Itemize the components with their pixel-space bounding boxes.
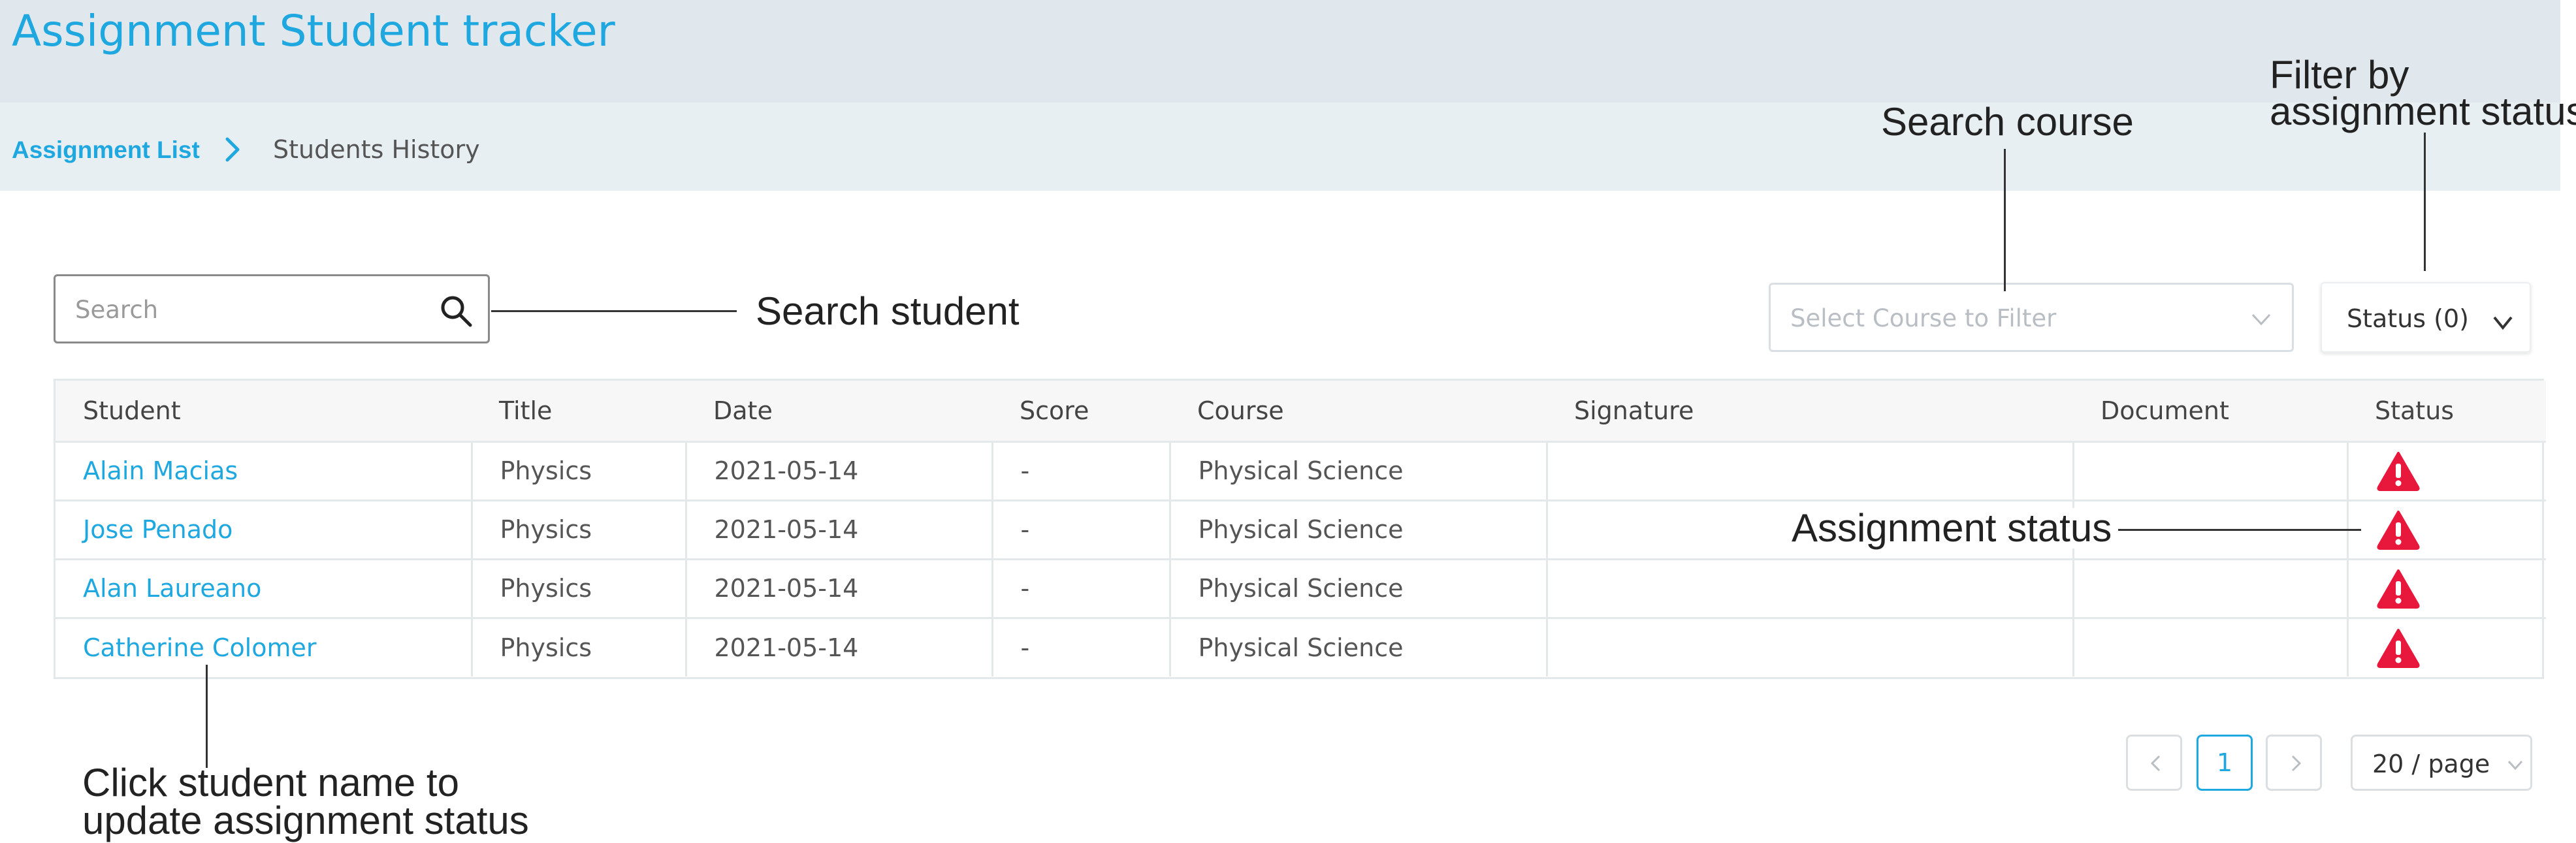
student-cell: Alan Laureano	[56, 558, 473, 618]
student-name-link[interactable]: Alan Laureano	[83, 574, 261, 603]
page-title: Assignment Student tracker	[12, 6, 615, 56]
table-row: Alan Laureano Physics 2021-05-14 - Physi…	[56, 558, 2546, 618]
page-size-label: 20 / page	[2372, 750, 2490, 778]
breadcrumb-current: Students History	[273, 135, 480, 164]
warning-triangle-icon[interactable]	[2376, 451, 2421, 491]
title-cell: Physics	[472, 616, 687, 676]
callout-line-click-student	[206, 665, 208, 768]
callout-click-student-line2: update assignment status	[82, 799, 529, 842]
course-filter-placeholder: Select Course to Filter	[1790, 304, 2057, 332]
column-header-date: Date	[686, 381, 992, 441]
signature-cell	[1547, 558, 2074, 618]
next-page-button[interactable]	[2266, 735, 2322, 791]
callout-line-assignment-status	[2118, 529, 2361, 531]
app-header: Assignment Student tracker	[0, 0, 2560, 103]
status-filter-button[interactable]: Status (0)	[2321, 282, 2531, 353]
chevron-down-icon	[2507, 760, 2523, 771]
student-cell: Catherine Colomer	[56, 616, 473, 676]
search-input[interactable]	[75, 292, 415, 327]
warning-triangle-icon[interactable]	[2376, 568, 2421, 609]
status-cell	[2347, 616, 2546, 676]
course-cell: Physical Science	[1170, 616, 1548, 676]
title-cell: Physics	[472, 440, 687, 500]
callout-line-search-student	[491, 310, 737, 312]
document-cell	[2073, 558, 2349, 618]
column-header-document: Document	[2073, 381, 2347, 441]
student-name-link[interactable]: Catherine Colomer	[83, 633, 317, 662]
search-icon[interactable]	[438, 293, 474, 329]
column-header-signature: Signature	[1547, 381, 2073, 441]
column-header-status: Status	[2347, 381, 2546, 441]
date-cell: 2021-05-14	[686, 440, 993, 500]
date-cell: 2021-05-14	[686, 499, 993, 559]
table-row: Catherine Colomer Physics 2021-05-14 - P…	[56, 616, 2546, 676]
column-header-score: Score	[992, 381, 1170, 441]
student-name-link[interactable]: Alain Macias	[83, 456, 238, 485]
chevron-down-icon	[2251, 313, 2271, 326]
score-cell: -	[992, 440, 1171, 500]
date-cell: 2021-05-14	[686, 558, 993, 618]
callout-assignment-status: Assignment status	[1792, 508, 2119, 549]
callout-line-filter-status	[2424, 133, 2426, 271]
chevron-right-icon	[225, 137, 240, 162]
student-cell: Jose Penado	[56, 499, 473, 559]
column-header-student: Student	[56, 381, 472, 441]
score-cell: -	[992, 499, 1171, 559]
chevron-left-icon	[2150, 755, 2161, 772]
course-cell: Physical Science	[1170, 499, 1548, 559]
page-size-select[interactable]: 20 / page	[2351, 735, 2532, 791]
chevron-down-icon	[2493, 316, 2513, 330]
course-cell: Physical Science	[1170, 558, 1548, 618]
column-header-course: Course	[1170, 381, 1547, 441]
warning-triangle-icon[interactable]	[2376, 628, 2421, 668]
callout-search-course: Search course	[1881, 100, 2134, 144]
page-number-button[interactable]: 1	[2197, 735, 2253, 791]
callout-click-student-line1: Click student name to	[82, 761, 459, 804]
student-name-link[interactable]: Jose Penado	[83, 515, 233, 544]
student-cell: Alain Macias	[56, 440, 473, 500]
callout-search-student: Search student	[756, 289, 1020, 333]
search-student-box	[54, 274, 490, 343]
chevron-right-icon	[2291, 755, 2302, 772]
score-cell: -	[992, 616, 1171, 676]
document-cell	[2073, 616, 2349, 676]
document-cell	[2073, 440, 2349, 500]
warning-triangle-icon[interactable]	[2376, 509, 2421, 550]
previous-page-button[interactable]	[2126, 735, 2182, 791]
course-cell: Physical Science	[1170, 440, 1548, 500]
table-header-row: Student Title Date Score Course Signatur…	[56, 381, 2546, 441]
callout-line-search-course	[2004, 149, 2006, 291]
title-cell: Physics	[472, 499, 687, 559]
signature-cell	[1547, 616, 2074, 676]
status-cell	[2347, 499, 2546, 559]
course-filter-select[interactable]: Select Course to Filter	[1769, 283, 2294, 352]
status-filter-label: Status (0)	[2347, 304, 2469, 333]
score-cell: -	[992, 558, 1171, 618]
breadcrumb-assignment-list-link[interactable]: Assignment List	[12, 135, 200, 165]
callout-filter-status-line2: assignment status	[2270, 89, 2576, 133]
column-header-title: Title	[472, 381, 686, 441]
date-cell: 2021-05-14	[686, 616, 993, 676]
breadcrumb: Assignment List Students History	[0, 103, 2560, 191]
status-cell	[2347, 558, 2546, 618]
status-cell	[2347, 440, 2546, 500]
table-row: Alain Macias Physics 2021-05-14 - Physic…	[56, 440, 2546, 500]
title-cell: Physics	[472, 558, 687, 618]
signature-cell	[1547, 440, 2074, 500]
